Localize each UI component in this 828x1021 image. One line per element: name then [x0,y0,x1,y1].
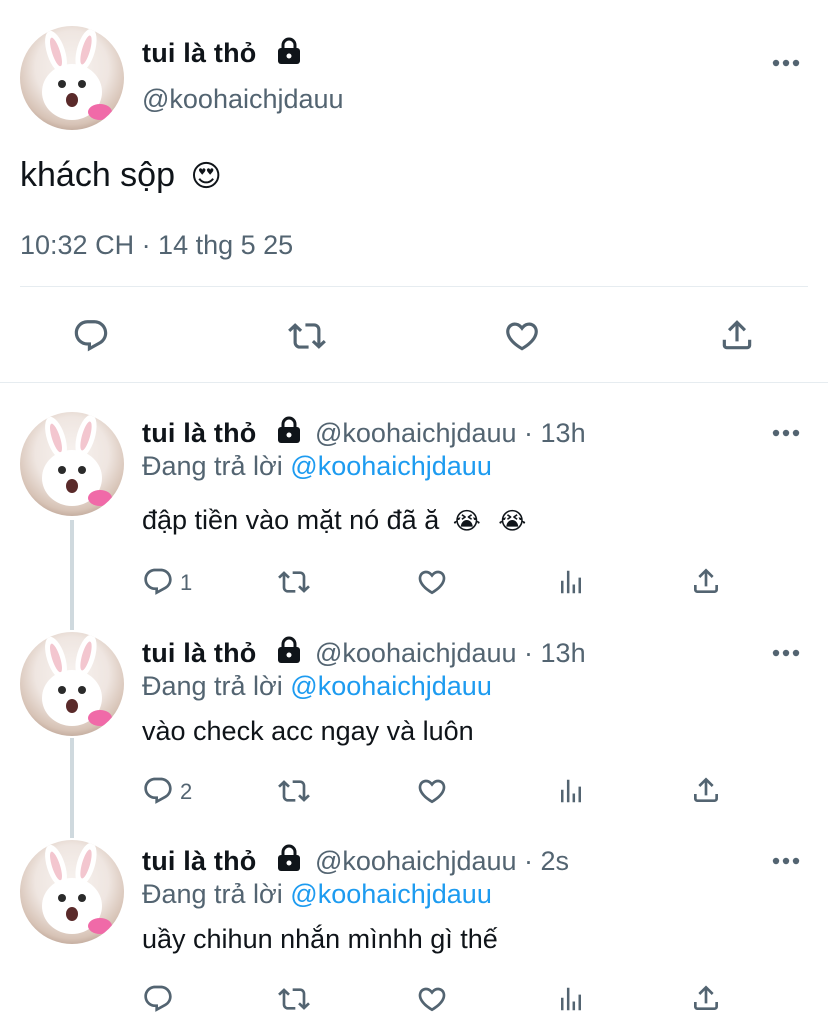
analytics-icon[interactable] [556,566,586,598]
avatar[interactable] [20,840,124,944]
replying-to-label: Đang trả lời [142,671,283,701]
share-icon[interactable] [690,565,722,597]
lock-icon [275,416,303,444]
like-icon[interactable] [415,775,449,807]
lock-icon [275,844,303,872]
retweet-icon[interactable] [286,317,328,355]
retweet-icon[interactable] [276,983,312,1015]
reply-icon[interactable] [72,317,110,355]
more-icon[interactable] [772,645,800,663]
reply-icon[interactable] [142,983,174,1015]
reply-text-content: đập tiền vào mặt nó đã ă [142,505,440,535]
lock-icon [275,636,303,664]
thread-line [70,738,74,838]
replying-to: Đang trả lời @koohaichjdauu [142,451,492,482]
avatar[interactable] [20,632,124,736]
divider [20,286,808,287]
like-icon[interactable] [502,317,542,355]
display-name[interactable]: tui là thỏ [142,418,256,449]
more-icon[interactable] [772,425,800,443]
retweet-icon[interactable] [276,775,312,807]
thread-line [70,520,74,630]
share-icon[interactable] [718,316,756,354]
emoji-crying: 😭 [452,508,481,535]
emoji-heart-eyes: 😍 [190,160,222,193]
replying-to-handle[interactable]: @koohaichjdauu [290,671,492,701]
replying-to-label: Đang trả lời [142,879,283,909]
display-name[interactable]: tui là thỏ [142,846,256,877]
tweet-text: khách sộp 😍 [20,156,222,195]
more-icon[interactable] [772,853,800,871]
avatar[interactable] [20,26,124,130]
replying-to-label: Đang trả lời [142,451,283,481]
more-icon[interactable] [772,55,800,73]
handle[interactable]: @koohaichjdauu [142,84,344,115]
reply-text: vào check acc ngay và luôn [142,716,474,746]
replying-to-handle[interactable]: @koohaichjdauu [290,451,492,481]
like-icon[interactable] [415,566,449,598]
handle-and-time[interactable]: @koohaichjdauu · 13h [315,638,586,669]
analytics-icon[interactable] [556,983,586,1015]
display-name[interactable]: tui là thỏ [142,638,256,669]
reply-text: đập tiền vào mặt nó đã ă 😭 😭 [142,505,526,536]
lock-icon [275,37,303,65]
timestamp[interactable]: 10:32 CH · 14 thg 5 25 [20,230,293,261]
handle-and-time[interactable]: @koohaichjdauu · 2s [315,846,569,877]
reply-count: 2 [180,779,193,804]
avatar[interactable] [20,412,124,516]
reply-text: uầy chihun nhắn mìnhh gì thế [142,924,498,954]
section-divider [0,382,828,383]
retweet-icon[interactable] [276,566,312,598]
reply-icon[interactable] [142,566,174,598]
handle-and-time[interactable]: @koohaichjdauu · 13h [315,418,586,449]
emoji-crying: 😭 [498,508,527,535]
tweet-text-content: khách sộp [20,156,175,194]
share-icon[interactable] [690,982,722,1014]
replying-to-handle[interactable]: @koohaichjdauu [290,879,492,909]
reply-icon[interactable] [142,775,174,807]
reply-count: 1 [180,570,193,595]
replying-to: Đang trả lời @koohaichjdauu [142,671,492,702]
share-icon[interactable] [690,774,722,806]
display-name[interactable]: tui là thỏ [142,38,256,69]
analytics-icon[interactable] [556,775,586,807]
like-icon[interactable] [415,983,449,1015]
replying-to: Đang trả lời @koohaichjdauu [142,879,492,910]
